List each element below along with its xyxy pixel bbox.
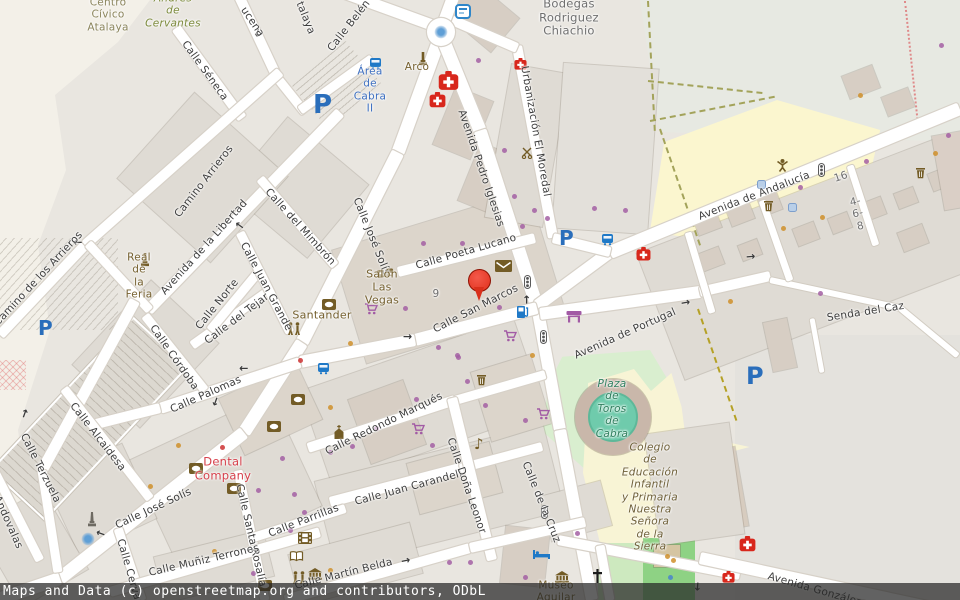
- poi-dot: [671, 558, 676, 563]
- label-plaza-de-toros: Plaza de Toros de Cabra: [596, 378, 628, 440]
- poi-dot: [460, 241, 465, 246]
- oneway-arrow-icon: →: [680, 296, 691, 308]
- poi-dot: [212, 549, 217, 554]
- poi-dot: [545, 216, 550, 221]
- road: [189, 284, 274, 348]
- map-canvas[interactable]: →→→→→→→→→→→→→ PPPP♪ Calle Belénucenatala…: [0, 0, 960, 600]
- poi-dot: [532, 208, 537, 213]
- city-block: [645, 423, 745, 546]
- poi-dot: [523, 418, 528, 423]
- poi-dot: [939, 43, 944, 48]
- poi-dot: [220, 445, 225, 450]
- poi-dot: [348, 341, 353, 346]
- poi-dot: [251, 571, 256, 576]
- boundary-line: [650, 96, 775, 122]
- poi-dot: [820, 215, 825, 220]
- road: [552, 233, 611, 257]
- poi-dot: [530, 353, 535, 358]
- poi-dot: [502, 148, 507, 153]
- location-marker-pin[interactable]: [468, 269, 491, 292]
- poi-dot: [256, 488, 261, 493]
- poi-dot: [374, 426, 379, 431]
- poi-dot: [933, 151, 938, 156]
- poi-dot: [520, 224, 525, 229]
- poi-dot: [946, 133, 951, 138]
- city-block: [552, 63, 658, 234]
- label-bodegas-rodriguez-chiachio: Bodegas Rodriguez Chiachio: [539, 0, 599, 38]
- poi-dot: [176, 443, 181, 448]
- oneway-arrow-icon: →: [403, 331, 412, 342]
- poi-dot: [328, 450, 333, 455]
- poi-dot: [292, 492, 297, 497]
- label-centro-civico-atalaya: Centro Cívico Atalaya: [87, 0, 128, 34]
- poi-dot: [455, 353, 460, 358]
- oneway-arrow-icon: →: [400, 554, 411, 567]
- poi-dot: [328, 568, 333, 573]
- poi-dot: [512, 194, 517, 199]
- poi-dot: [298, 358, 303, 363]
- oneway-arrow-icon: →: [239, 363, 248, 374]
- boundary-line: [648, 80, 763, 94]
- poi-dot: [414, 397, 419, 402]
- poi-dot: [575, 531, 580, 536]
- poi-dot: [280, 456, 285, 461]
- poi-dot: [483, 403, 488, 408]
- poi-dot: [430, 443, 435, 448]
- poi-dot: [421, 241, 426, 246]
- poi-dot: [523, 575, 528, 580]
- oneway-arrow-icon: →: [73, 237, 82, 248]
- city-block: [881, 88, 914, 117]
- oneway-arrow-icon: →: [746, 251, 756, 263]
- poi-dot: [864, 159, 869, 164]
- bullring-stands-ring: [575, 379, 651, 455]
- label-calle-atalaya-partial: talaya: [293, 0, 317, 36]
- roundabout: [427, 18, 455, 46]
- poi-dot: [148, 484, 153, 489]
- boundary-line: [904, 1, 920, 131]
- poi-dot: [623, 208, 628, 213]
- bullring-arena: [588, 392, 638, 442]
- poi-dot: [781, 226, 786, 231]
- oneway-arrow-icon: →: [251, 27, 263, 38]
- poi-dot: [665, 554, 670, 559]
- poi-dot: [592, 206, 597, 211]
- poi-dot: [798, 185, 803, 190]
- poi-dot: [728, 299, 733, 304]
- poi-dot: [447, 560, 452, 565]
- label-andres-de-cervantes: Andrés de Cervantes: [145, 0, 201, 30]
- poi-dot: [468, 560, 473, 565]
- landuse-east-area: [735, 335, 960, 600]
- poi-dot: [436, 345, 441, 350]
- poi-dot: [403, 306, 408, 311]
- oneway-arrow-icon: →: [521, 295, 532, 304]
- oneway-arrow-icon: →: [18, 407, 31, 419]
- poi-dot: [668, 575, 673, 580]
- poi-dot: [328, 405, 333, 410]
- poi-dot: [497, 305, 502, 310]
- poi-dot: [858, 93, 863, 98]
- road: [233, 0, 281, 79]
- road: [313, 0, 438, 31]
- attribution-bar: Maps and Data (c) openstreetmap.org and …: [0, 583, 960, 600]
- pink-hatched-area: [0, 360, 26, 390]
- poi-dot: [476, 58, 481, 63]
- poi-dot: [288, 528, 293, 533]
- poi-dot: [818, 291, 823, 296]
- poi-dot: [302, 510, 307, 515]
- road: [898, 306, 960, 359]
- poi-dot: [465, 379, 470, 384]
- poi-dot: [350, 444, 355, 449]
